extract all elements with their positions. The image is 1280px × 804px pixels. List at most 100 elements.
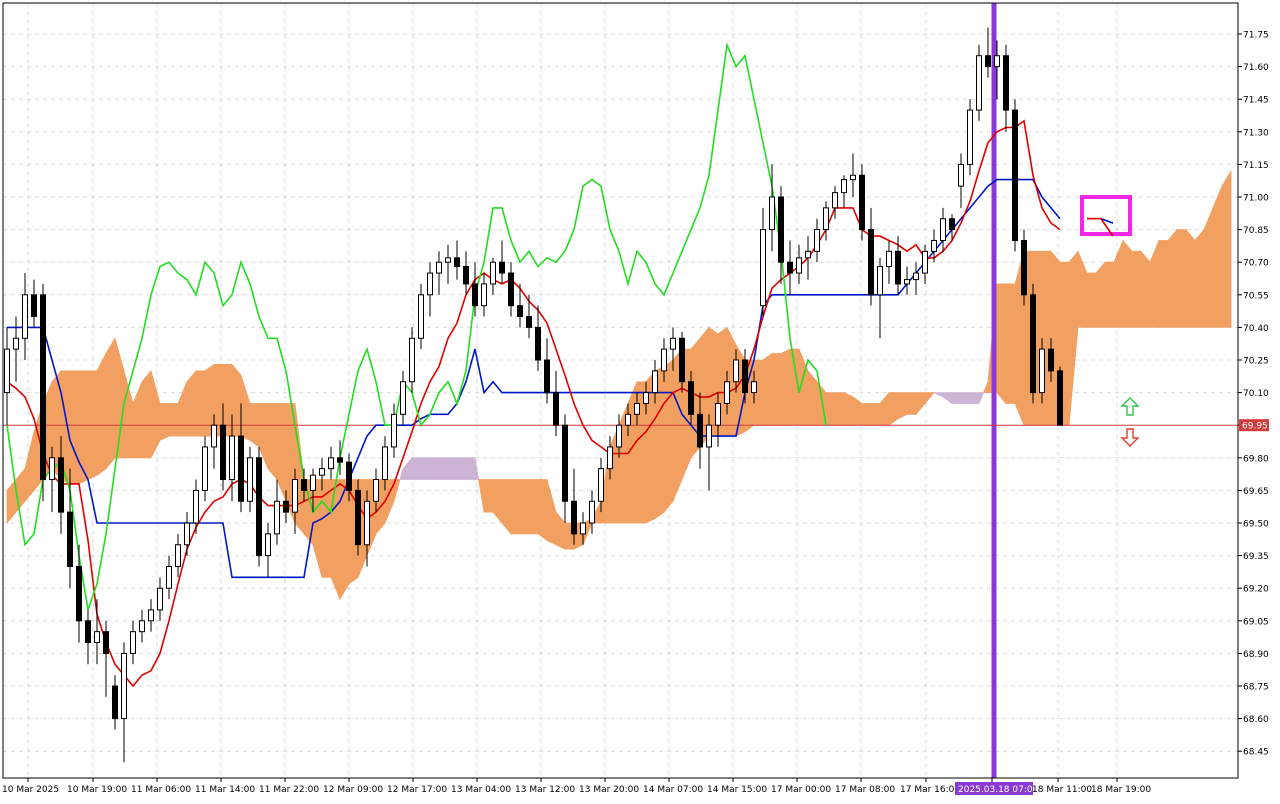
cloud-segment	[843, 391, 854, 426]
candle-body-bear	[40, 294, 46, 481]
cloud-segment	[1167, 228, 1178, 328]
candle-body-bull	[760, 229, 766, 307]
candle-body-bull	[400, 381, 406, 415]
cloud-segment	[960, 392, 971, 404]
cloud-segment	[1185, 228, 1196, 328]
candle-body-bear	[778, 196, 784, 263]
candle-body-bear	[859, 174, 865, 231]
candle-body-bull	[1039, 348, 1045, 394]
time-axis-label: 13 Mar 04:00	[451, 785, 511, 795]
candle-body-bull	[382, 446, 388, 481]
cloud-segment	[1140, 250, 1151, 328]
candle-body-bull	[202, 446, 208, 491]
candle	[967, 99, 973, 176]
candle-body-bull	[490, 261, 496, 285]
cloud-segment	[105, 336, 116, 470]
candle-body-bull	[481, 283, 487, 307]
time-axis-label: 11 Mar 22:00	[259, 785, 319, 795]
candle-body-bear	[571, 500, 577, 535]
candle-body-bull	[661, 348, 667, 372]
price-axis-label: 70.85	[1243, 226, 1269, 236]
candle-body-bull	[139, 620, 145, 633]
candle-body-bear	[688, 381, 694, 415]
candle-body-bear	[355, 489, 361, 546]
candle-body-bull	[976, 55, 982, 111]
cloud-segment	[906, 392, 917, 415]
ichimoku-chart[interactable]: 71.75 71.60 71.45 71.30 71.15 71.00 70.85 70.70…	[0, 0, 1280, 800]
time-axis[interactable]: 10 Mar 2025 10 Mar 19:00 11 Mar 06:00 11 Ma…	[2, 778, 1151, 795]
candle-body-bull	[436, 261, 442, 274]
time-axis-label: 11 Mar 06:00	[131, 785, 191, 795]
price-axis-label: 70.70	[1243, 259, 1269, 269]
candle-body-bull	[634, 402, 640, 415]
candle	[256, 446, 262, 567]
candle-body-bear	[1012, 109, 1018, 241]
candle-body-bull	[94, 631, 100, 644]
cloud-segment	[1203, 207, 1214, 328]
time-axis-label: 13 Mar 12:00	[515, 785, 575, 795]
cloud-segment	[996, 283, 1007, 405]
chart-area[interactable]: 71.75 71.60 71.45 71.30 71.15 71.00 70.85 70.70…	[0, 0, 1280, 800]
candle-body-bull	[49, 457, 55, 481]
candle	[1021, 229, 1027, 306]
candle-body-bull	[184, 522, 190, 546]
price-axis-label: 68.60	[1243, 715, 1269, 725]
candle-body-bull	[427, 272, 433, 296]
candle-body-bear	[1048, 348, 1054, 372]
candle-body-bear	[220, 424, 226, 481]
price-axis-label: 69.35	[1243, 552, 1269, 562]
candle	[976, 44, 982, 121]
cloud-segment	[1095, 261, 1106, 328]
time-axis-label: 14 Mar 15:00	[707, 785, 767, 795]
cloud-segment	[69, 370, 80, 485]
candle-body-bull	[211, 424, 217, 448]
candle-body-bull	[814, 229, 820, 252]
time-axis-label: 12 Mar 09:00	[323, 785, 383, 795]
cloud-segment	[1158, 240, 1169, 328]
cloud-segment	[168, 403, 179, 437]
price-axis-label: 71.15	[1243, 161, 1269, 171]
vertical-marker-tag[interactable]: 2025.03.18 07:00	[955, 782, 1039, 795]
candle-body-bull	[922, 250, 928, 274]
candle-body-bear	[67, 511, 73, 567]
candle-body-bull	[967, 109, 973, 165]
price-axis[interactable]: 71.75 71.60 71.45 71.30 71.15 71.00 70.85 70.70…	[1238, 31, 1269, 758]
candle-body-bull	[670, 337, 676, 350]
candle-body-bear	[508, 272, 514, 307]
cloud-segment	[780, 348, 791, 426]
time-axis-label: 18 Mar 11:00	[1032, 785, 1092, 795]
candle-body-bear	[895, 250, 901, 285]
cloud-segment	[159, 403, 170, 442]
cloud-segment	[267, 403, 278, 481]
candle-body-bull	[166, 565, 172, 589]
candle-body-bull	[733, 359, 739, 383]
cloud-segment	[96, 353, 107, 476]
candle	[1030, 283, 1036, 404]
candle-body-bull	[4, 348, 10, 394]
candle-body-bull	[958, 163, 964, 187]
price-axis-label: 68.75	[1243, 683, 1269, 693]
price-axis-label: 69.05	[1243, 617, 1269, 627]
cloud-segment	[762, 352, 773, 426]
time-axis-label: 10 Mar 19:00	[67, 785, 127, 795]
candle-body-bull	[364, 500, 370, 546]
cloud-segment	[1221, 169, 1232, 328]
cloud-segment	[510, 479, 521, 535]
candle-body-bull	[175, 544, 181, 567]
candle	[40, 283, 46, 502]
candle	[1057, 366, 1063, 426]
cloud-segment	[834, 392, 845, 426]
candle-body-bull	[616, 424, 622, 448]
cloud-segment	[1176, 229, 1187, 328]
candle-body-bull	[580, 522, 586, 535]
cloud-segment	[141, 369, 152, 459]
cloud-segment	[195, 370, 206, 437]
candle-body-bear	[517, 305, 523, 318]
price-axis-label: 71.60	[1243, 63, 1269, 73]
cloud-segment	[78, 370, 89, 485]
cloud-segment	[825, 392, 836, 426]
candle-body-bear	[787, 261, 793, 274]
cloud-segment	[519, 479, 530, 535]
candle-body-bear	[31, 294, 37, 318]
price-axis-label: 71.00	[1243, 194, 1269, 204]
